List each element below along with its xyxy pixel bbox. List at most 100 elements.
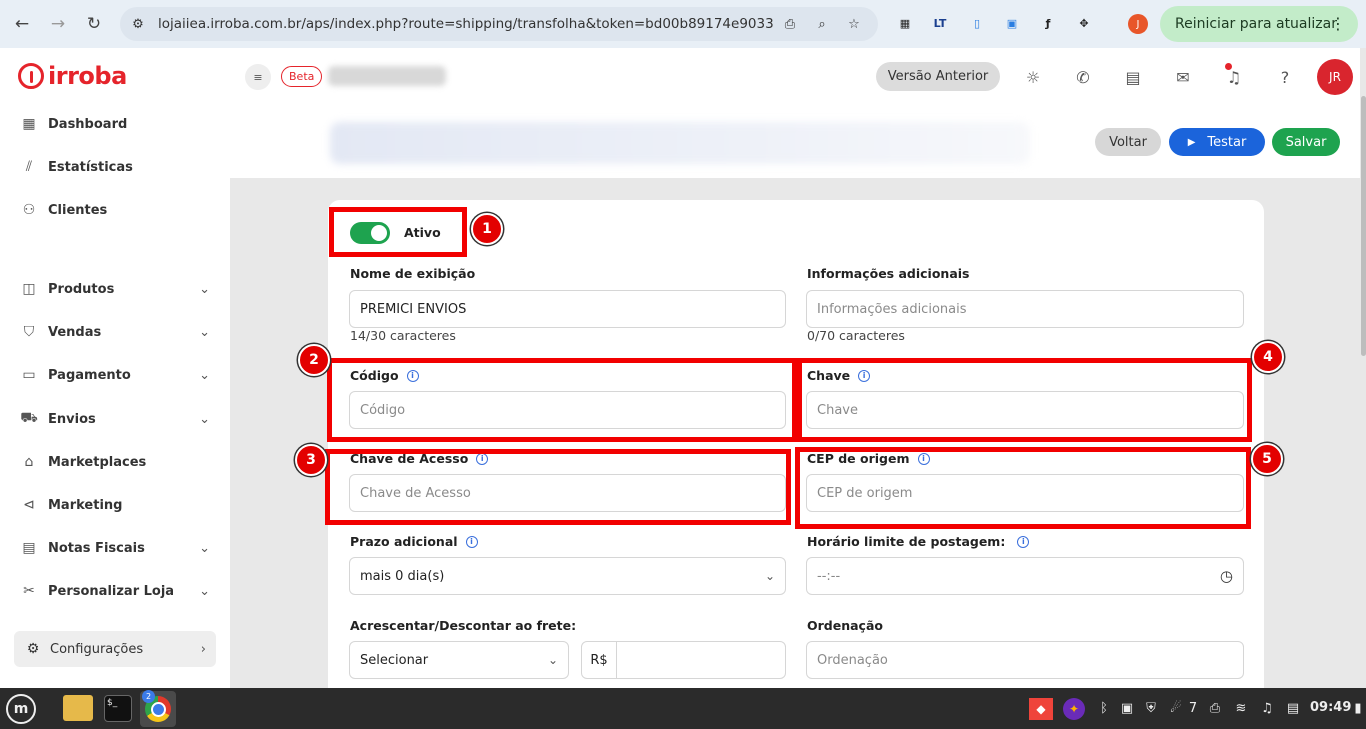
update-manager-icon[interactable]: ▣ (1118, 698, 1136, 718)
chevron-down-icon: ⌄ (199, 281, 210, 297)
browser-menu-icon[interactable]: ⋮ (1330, 14, 1346, 33)
chevron-down-icon: ⌄ (764, 569, 775, 583)
clipboard-icon[interactable]: ▤ (1284, 698, 1302, 718)
test-button-label: Testar (1207, 134, 1247, 150)
blurred-header-content (330, 122, 1030, 164)
chevron-down-icon: ⌄ (199, 324, 210, 340)
qr-extension-icon[interactable]: ▦ (894, 12, 916, 34)
anydesk-icon[interactable]: ◆ (1029, 698, 1053, 720)
freight-adjust-select[interactable]: Selecionar ⌄ (349, 641, 569, 679)
sidebar-item-products[interactable]: ◫ Produtos ⌄ (20, 277, 210, 301)
restart-label: Reiniciar para atualizar (1175, 16, 1337, 32)
font-extension-icon[interactable]: ƒ (1037, 12, 1059, 34)
sound-icon[interactable]: ♫ (1258, 698, 1276, 718)
annotation-box-1 (329, 207, 467, 257)
dashboard-icon: ▦ (22, 116, 36, 132)
sidebar-item-statistics[interactable]: ⫽ Estatísticas (20, 155, 210, 179)
chrome-window-count-badge: 2 (142, 690, 155, 703)
theme-sun-icon[interactable]: ☼ (1022, 66, 1044, 88)
clock-icon[interactable]: ◷ (1220, 567, 1233, 585)
freight-amount-input[interactable] (616, 641, 786, 679)
install-app-icon[interactable]: ⎙ (780, 14, 800, 34)
user-avatar[interactable]: JR (1317, 59, 1353, 95)
sidebar-item-customize-store[interactable]: ✂ Personalizar Loja ⌄ (20, 579, 210, 603)
extensions-puzzle-icon[interactable]: ✥ (1073, 12, 1095, 34)
freight-adjust-label: Acrescentar/Descontar ao frete: (350, 618, 577, 633)
shield-icon[interactable]: ⛨ (1142, 698, 1160, 718)
extra-days-select[interactable]: mais 0 dia(s) ⌄ (349, 557, 786, 595)
languagetool-extension-icon[interactable]: LT (929, 12, 951, 34)
sidebar-item-label: Pagamento (48, 367, 131, 383)
contact-card-extension-icon[interactable]: ▣ (1001, 12, 1023, 34)
posting-time-input[interactable]: --:-- ◷ (806, 557, 1244, 595)
sidebar-item-label: Vendas (48, 324, 102, 340)
annotation-box-5 (795, 447, 1251, 529)
back-button[interactable]: Voltar (1095, 128, 1161, 156)
notifications-icon[interactable]: ☄ (1168, 698, 1184, 718)
box-icon: ◫ (22, 281, 36, 297)
posting-time-value: --:-- (817, 568, 841, 584)
sidebar-item-payment[interactable]: ▭ Pagamento ⌄ (20, 363, 210, 387)
sidebar-item-shipping[interactable]: ⛟ Envios ⌄ (20, 407, 210, 431)
blurred-page-title (328, 66, 446, 86)
display-name-input[interactable] (349, 290, 786, 328)
help-icon[interactable]: ? (1274, 66, 1296, 88)
sidebar-item-dashboard[interactable]: ▦ Dashboard (20, 112, 210, 136)
notification-count: 7 (1188, 700, 1198, 716)
address-bar[interactable]: ⚙ lojaiiea.irroba.com.br/aps/index.php?r… (120, 7, 878, 41)
sidebar-item-label: Envios (48, 411, 96, 427)
posting-time-label-text: Horário limite de postagem: (807, 534, 1006, 549)
restart-to-update-button[interactable]: Reiniciar para atualizar ⋮ (1160, 6, 1358, 42)
reload-icon[interactable]: ↻ (82, 12, 106, 36)
additional-info-input[interactable] (806, 290, 1244, 328)
whatsapp-icon[interactable]: ✆ (1072, 66, 1094, 88)
back-arrow-icon[interactable]: ← (10, 12, 34, 36)
ordering-input[interactable] (806, 641, 1244, 679)
flameshot-icon[interactable]: ✦ (1063, 698, 1085, 720)
zoom-icon[interactable]: ⌕ (812, 14, 832, 34)
posting-time-label: Horário limite de postagem: i (807, 534, 1030, 549)
sidebar-item-settings[interactable]: ⚙ Configurações › (14, 631, 216, 667)
sidebar-item-label: Estatísticas (48, 159, 133, 175)
irroba-logo[interactable]: irroba (18, 62, 127, 90)
terminal-icon[interactable]: $_ (104, 695, 132, 722)
info-icon[interactable]: i (465, 535, 478, 548)
annotation-box-2 (327, 358, 797, 442)
test-button[interactable]: ▶ Testar (1169, 128, 1265, 156)
bag-icon: ⛉ (23, 324, 35, 340)
mint-menu-icon[interactable]: m (6, 694, 36, 724)
page-scrollbar[interactable] (1361, 96, 1366, 356)
wifi-icon[interactable]: ≋ (1232, 698, 1250, 718)
site-info-icon[interactable]: ⚙ (128, 14, 148, 34)
chevron-down-icon: ⌄ (199, 367, 210, 383)
bookmark-star-icon[interactable]: ☆ (844, 14, 864, 34)
card-icon: ▭ (22, 367, 36, 383)
notification-dot (1225, 63, 1232, 70)
sidebar-item-marketplaces[interactable]: ⌂ Marketplaces (20, 450, 210, 474)
bluetooth-icon[interactable]: ᛒ (1096, 698, 1112, 718)
taskbar-clock[interactable]: 09:49 (1310, 700, 1351, 715)
save-button[interactable]: Salvar (1272, 128, 1340, 156)
beta-badge: Beta (281, 66, 323, 87)
previous-version-button[interactable]: Versão Anterior (876, 62, 1000, 91)
info-icon[interactable]: i (1017, 535, 1030, 548)
printer-icon[interactable]: ⎙ (1206, 698, 1224, 718)
chevron-right-icon: › (200, 641, 206, 657)
show-desktop-icon[interactable]: ▮ (1352, 698, 1364, 718)
calendar-icon[interactable]: ▤ (1122, 66, 1144, 88)
files-folder-icon[interactable] (63, 695, 93, 721)
sidebar-item-invoices[interactable]: ▤ Notas Fiscais ⌄ (20, 536, 210, 560)
additional-info-counter: 0/70 caracteres (807, 328, 905, 343)
document-extension-icon[interactable]: ▯ (966, 12, 988, 34)
forward-arrow-icon[interactable]: → (46, 12, 70, 36)
sidebar-item-marketing[interactable]: ⊲ Marketing (20, 493, 210, 517)
url-text[interactable]: lojaiiea.irroba.com.br/aps/index.php?rou… (158, 16, 774, 32)
tools-icon: ✂ (23, 583, 35, 599)
mail-icon[interactable]: ✉ (1172, 66, 1194, 88)
browser-profile-avatar[interactable]: J (1128, 14, 1148, 34)
annotation-marker-5: 5 (1251, 443, 1283, 475)
sidebar-item-clients[interactable]: ⚇ Clientes (20, 198, 210, 222)
sidebar-item-sales[interactable]: ⛉ Vendas ⌄ (20, 320, 210, 344)
gear-icon: ⚙ (26, 641, 40, 657)
collapse-sidebar-button[interactable]: ≡ (245, 64, 271, 90)
